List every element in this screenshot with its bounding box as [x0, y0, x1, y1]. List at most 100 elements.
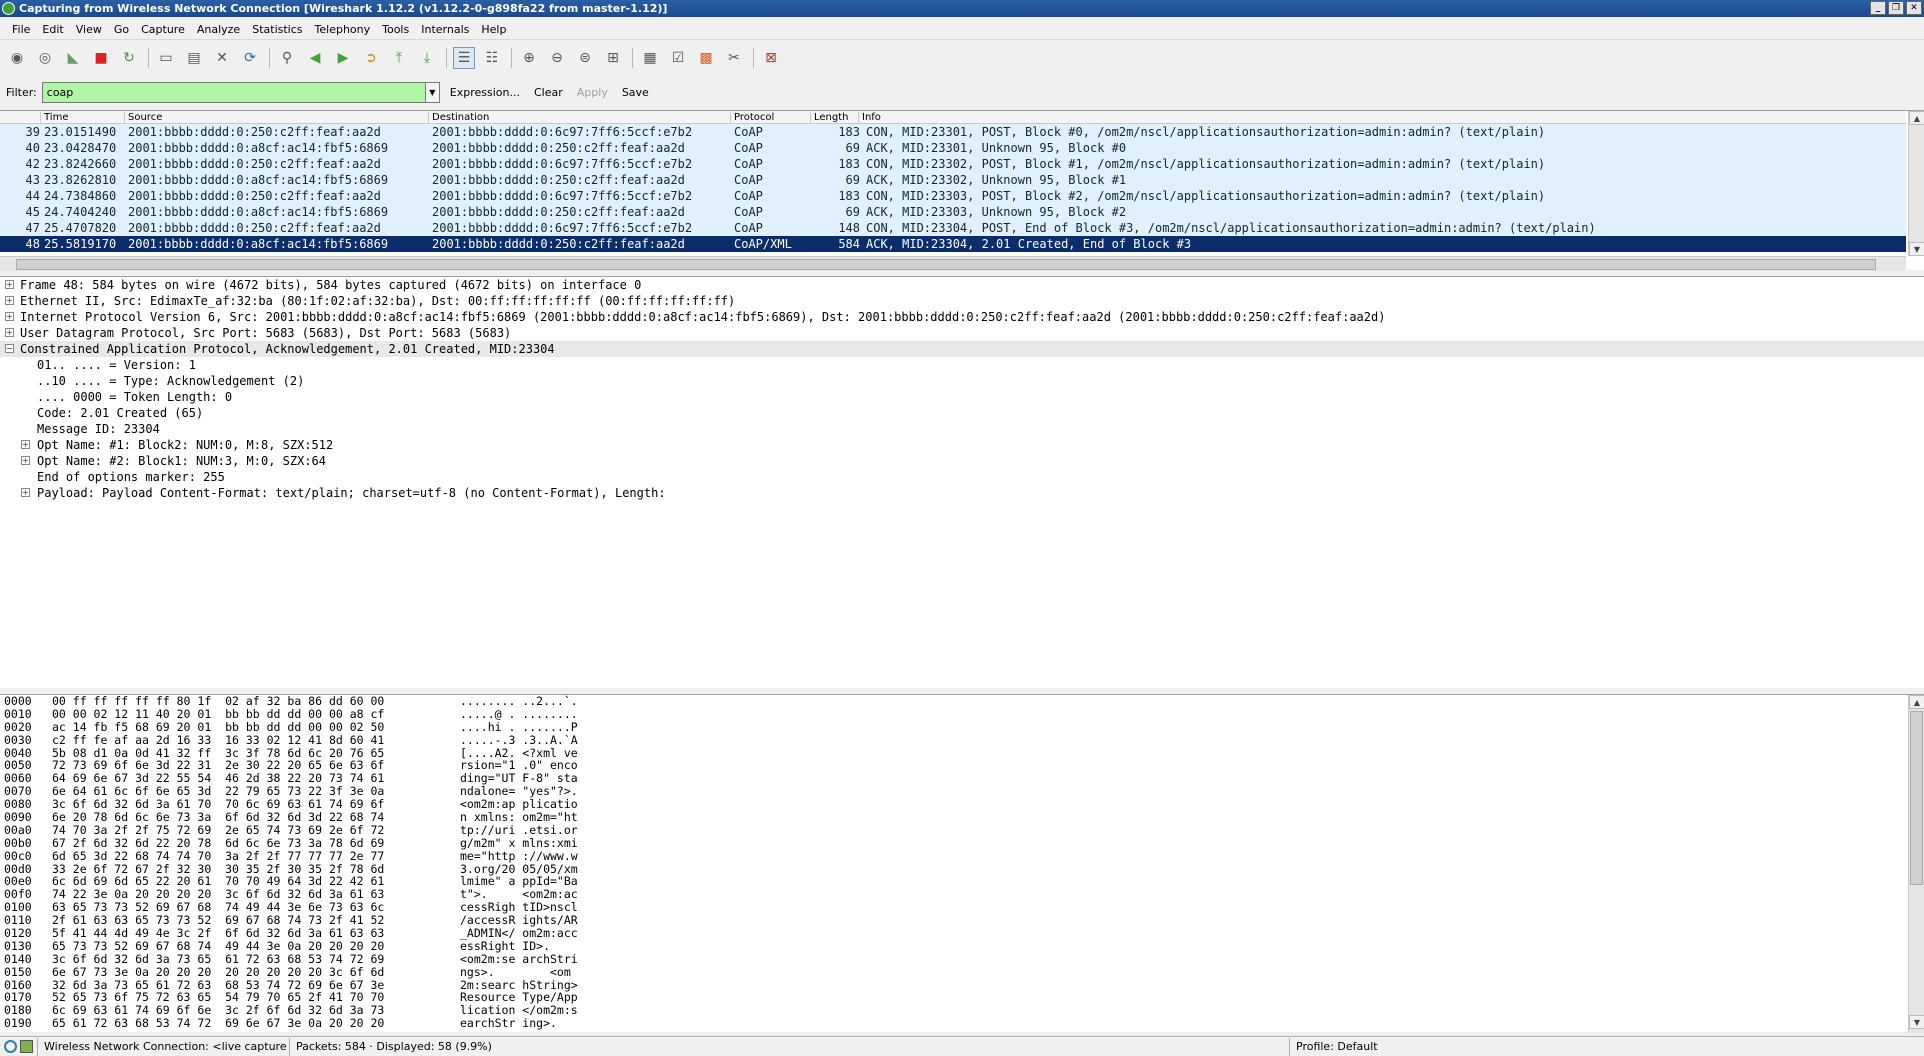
menu-statistics[interactable]: Statistics: [246, 23, 308, 36]
zoom-out-icon[interactable]: ⊖: [546, 47, 568, 69]
menu-internals[interactable]: Internals: [415, 23, 475, 36]
packet-list-vscrollbar[interactable]: ▲ ▼: [1908, 111, 1924, 256]
menu-file[interactable]: File: [6, 23, 36, 36]
start-capture-icon[interactable]: ◣: [62, 47, 84, 69]
packet-row[interactable]: 44 24.7384860 2001:bbbb:dddd:0:250:c2ff:…: [0, 188, 1906, 204]
menu-view[interactable]: View: [70, 23, 108, 36]
auto-scroll-icon[interactable]: ☷: [481, 47, 503, 69]
scroll-thumb[interactable]: [1910, 711, 1923, 885]
detail-line[interactable]: Message ID: 23304: [0, 421, 1924, 437]
go-first-icon[interactable]: ⤒: [388, 47, 410, 69]
hex-row[interactable]: 0120 5f 41 44 4d 49 4e 3c 2f 6f 6d 32 6d …: [0, 927, 1924, 940]
packet-row[interactable]: 47 25.4707820 2001:bbbb:dddd:0:250:c2ff:…: [0, 220, 1906, 236]
detail-line[interactable]: + Payload: Payload Content-Format: text/p…: [0, 485, 1924, 501]
packet-bytes[interactable]: 0000 00 ff ff ff ff ff 80 1f 02 af 32 ba …: [0, 694, 1924, 1033]
expand-icon[interactable]: +: [5, 296, 14, 305]
packet-row[interactable]: 45 24.7404240 2001:bbbb:dddd:0:a8cf:ac14…: [0, 204, 1906, 220]
hex-row[interactable]: 0090 6e 20 78 6d 6c 6e 73 3a 6f 6d 32 6d …: [0, 811, 1924, 824]
expand-icon[interactable]: +: [21, 440, 30, 449]
detail-line[interactable]: + Opt Name: #2: Block1: NUM:3, M:0, SZX:6…: [0, 453, 1924, 469]
expand-icon[interactable]: +: [21, 488, 30, 497]
go-to-packet-icon[interactable]: ➲: [360, 47, 382, 69]
stop-capture-icon[interactable]: ■: [90, 47, 112, 69]
detail-line[interactable]: + Opt Name: #1: Block2: NUM:0, M:8, SZX:5…: [0, 437, 1924, 453]
scroll-down-icon[interactable]: ▼: [1909, 1015, 1924, 1029]
detail-line-selected[interactable]: − Constrained Application Protocol, Ackno…: [0, 341, 1924, 357]
go-back-icon[interactable]: ◀: [304, 47, 326, 69]
detail-line[interactable]: + Internet Protocol Version 6, Src: 2001:…: [0, 309, 1924, 325]
detail-line[interactable]: End of options marker: 255: [0, 469, 1924, 485]
scroll-up-icon[interactable]: ▲: [1909, 695, 1924, 709]
menu-go[interactable]: Go: [108, 23, 135, 36]
packet-details[interactable]: + Frame 48: 584 bytes on wire (4672 bits)…: [0, 276, 1924, 688]
hex-row[interactable]: 0130 65 73 73 52 69 67 68 74 49 44 3e 0a …: [0, 940, 1924, 953]
resize-columns-icon[interactable]: ⊞: [602, 47, 624, 69]
detail-line[interactable]: .... 0000 = Token Length: 0: [0, 389, 1924, 405]
hex-row[interactable]: 00c0 6d 65 3d 22 68 74 74 70 3a 2f 2f 77 …: [0, 849, 1924, 863]
capture-comment-icon[interactable]: [20, 1040, 33, 1053]
scroll-up-icon[interactable]: ▲: [1909, 111, 1924, 125]
save-filter-button[interactable]: Save: [622, 86, 649, 99]
menu-help[interactable]: Help: [475, 23, 512, 36]
clear-button[interactable]: Clear: [534, 86, 563, 99]
reload-icon[interactable]: ⟳: [239, 47, 261, 69]
minimize-button[interactable]: _: [1870, 1, 1886, 15]
open-file-icon[interactable]: ▭: [155, 47, 177, 69]
hex-row[interactable]: 0150 6e 67 73 3e 0a 20 20 20 20 20 20 20 …: [0, 965, 1924, 979]
capture-filters-icon[interactable]: ▦: [639, 47, 661, 69]
scroll-thumb[interactable]: [16, 259, 1876, 270]
colorize-icon[interactable]: ☰: [453, 47, 475, 69]
save-file-icon[interactable]: ▤: [183, 47, 205, 69]
menu-tools[interactable]: Tools: [376, 23, 415, 36]
go-last-icon[interactable]: ⤓: [416, 47, 438, 69]
restore-button[interactable]: ❐: [1888, 1, 1904, 15]
close-file-icon[interactable]: ✕: [211, 47, 233, 69]
expand-icon[interactable]: +: [21, 456, 30, 465]
help-icon[interactable]: ⊠: [760, 47, 782, 69]
find-packet-icon[interactable]: ⚲: [276, 47, 298, 69]
scroll-track[interactable]: [1909, 125, 1924, 242]
menu-telephony[interactable]: Telephony: [309, 23, 377, 36]
profile-status[interactable]: Profile: Default: [1289, 1037, 1924, 1056]
packet-row[interactable]: 39 23.0151490 2001:bbbb:dddd:0:250:c2ff:…: [0, 124, 1906, 140]
go-forward-icon[interactable]: ▶: [332, 47, 354, 69]
expression-button[interactable]: Expression...: [450, 86, 520, 99]
packet-row-selected[interactable]: 48 25.5819170 2001:bbbb:dddd:0:a8cf:ac14…: [0, 236, 1906, 252]
hex-row[interactable]: 0000 00 ff ff ff ff ff 80 1f 02 af 32 ba …: [0, 695, 1924, 708]
display-filters-icon[interactable]: ☑: [667, 47, 689, 69]
restart-capture-icon[interactable]: ↻: [118, 47, 140, 69]
packet-row[interactable]: 43 23.8262810 2001:bbbb:dddd:0:a8cf:ac14…: [0, 172, 1906, 188]
column-header-destination[interactable]: Destination: [428, 112, 489, 123]
scroll-track[interactable]: [1909, 887, 1924, 1015]
interface-list-icon[interactable]: ◉: [6, 47, 28, 69]
column-header-source[interactable]: Source: [124, 112, 162, 123]
menu-capture[interactable]: Capture: [135, 23, 191, 36]
filter-dropdown-icon[interactable]: ▼: [425, 81, 440, 103]
packet-row[interactable]: 40 23.0428470 2001:bbbb:dddd:0:a8cf:ac14…: [0, 140, 1906, 156]
detail-line[interactable]: Code: 2.01 Created (65): [0, 405, 1924, 421]
hex-row[interactable]: 0140 3c 6f 6d 32 6d 3a 73 65 61 72 63 68 …: [0, 952, 1924, 966]
column-header-length[interactable]: Length: [810, 112, 849, 123]
packet-list-hscrollbar[interactable]: [0, 256, 1906, 271]
preferences-icon[interactable]: ✂: [723, 47, 745, 69]
packet-row[interactable]: 42 23.8242660 2001:bbbb:dddd:0:250:c2ff:…: [0, 156, 1906, 172]
apply-button[interactable]: Apply: [577, 86, 608, 99]
scroll-down-icon[interactable]: ▼: [1909, 242, 1924, 256]
coloring-rules-icon[interactable]: ▩: [695, 47, 717, 69]
hex-row[interactable]: 0190 65 61 72 63 68 53 74 72 69 6e 67 3e …: [0, 1017, 1924, 1030]
expand-icon[interactable]: +: [5, 312, 14, 321]
expand-icon[interactable]: +: [5, 328, 14, 337]
hex-row[interactable]: 0020 ac 14 fb f5 68 69 20 01 bb bb dd dd …: [0, 720, 1924, 734]
menu-edit[interactable]: Edit: [36, 23, 69, 36]
hex-row[interactable]: 0010 00 00 02 12 11 40 20 01 bb bb dd dd …: [0, 707, 1924, 721]
packet-list[interactable]: Time Source Destination Protocol Length …: [0, 110, 1924, 271]
bytes-vscrollbar[interactable]: ▲ ▼: [1908, 695, 1924, 1033]
hex-row[interactable]: 00a0 74 70 3a 2f 2f 75 72 69 2e 65 74 73 …: [0, 824, 1924, 837]
detail-line[interactable]: + Ethernet II, Src: EdimaxTe_af:32:ba (80…: [0, 293, 1924, 309]
zoom-in-icon[interactable]: ⊕: [518, 47, 540, 69]
display-filter-input[interactable]: coap: [41, 81, 426, 103]
detail-line[interactable]: + User Datagram Protocol, Src Port: 5683 …: [0, 325, 1924, 341]
detail-line[interactable]: + Frame 48: 584 bytes on wire (4672 bits)…: [0, 277, 1924, 293]
hex-row[interactable]: 00b0 67 2f 6d 32 6d 22 20 78 6d 6c 6e 73 …: [0, 836, 1924, 850]
normal-size-icon[interactable]: ⊜: [574, 47, 596, 69]
